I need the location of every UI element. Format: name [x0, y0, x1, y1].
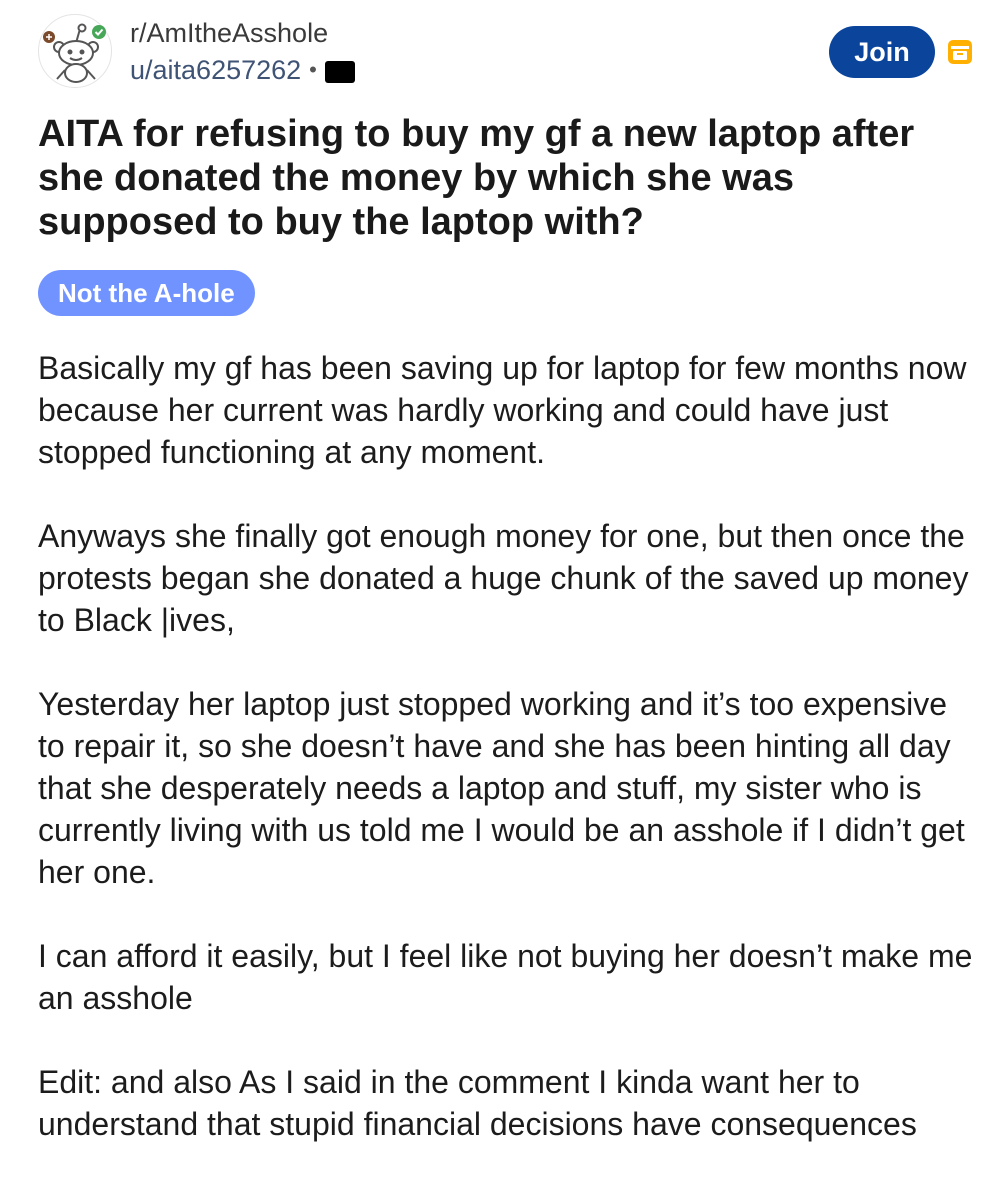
post-title[interactable]: AITA for refusing to buy my gf a new lap…: [38, 112, 968, 244]
post-flair[interactable]: Not the A-hole: [38, 270, 255, 316]
subreddit-name[interactable]: r/AmItheAsshole: [130, 16, 328, 50]
post-paragraph: Anyways she finally got enough money for…: [38, 518, 969, 638]
post-paragraph: Yesterday her laptop just stopped workin…: [38, 686, 965, 890]
post-header: r/AmItheAsshole u/aita6257262 • Join: [0, 0, 1002, 100]
subreddit-avatar[interactable]: [38, 14, 112, 88]
post-body: Basically my gf has been saving up for l…: [38, 347, 978, 1187]
post-paragraph: Edit: and also As I said in the comment …: [38, 1064, 917, 1142]
archive-icon[interactable]: [946, 38, 974, 66]
separator-dot: •: [309, 57, 317, 82]
author-username[interactable]: u/aita6257262: [130, 53, 301, 87]
join-button[interactable]: Join: [829, 26, 935, 78]
post-paragraph: Basically my gf has been saving up for l…: [38, 350, 967, 470]
reddit-snoo-icon: [43, 23, 106, 83]
post-paragraph: I can afford it easily, but I feel like …: [38, 938, 973, 1016]
redacted-timestamp: [324, 61, 355, 83]
post-author-line: u/aita6257262 •: [130, 53, 355, 87]
